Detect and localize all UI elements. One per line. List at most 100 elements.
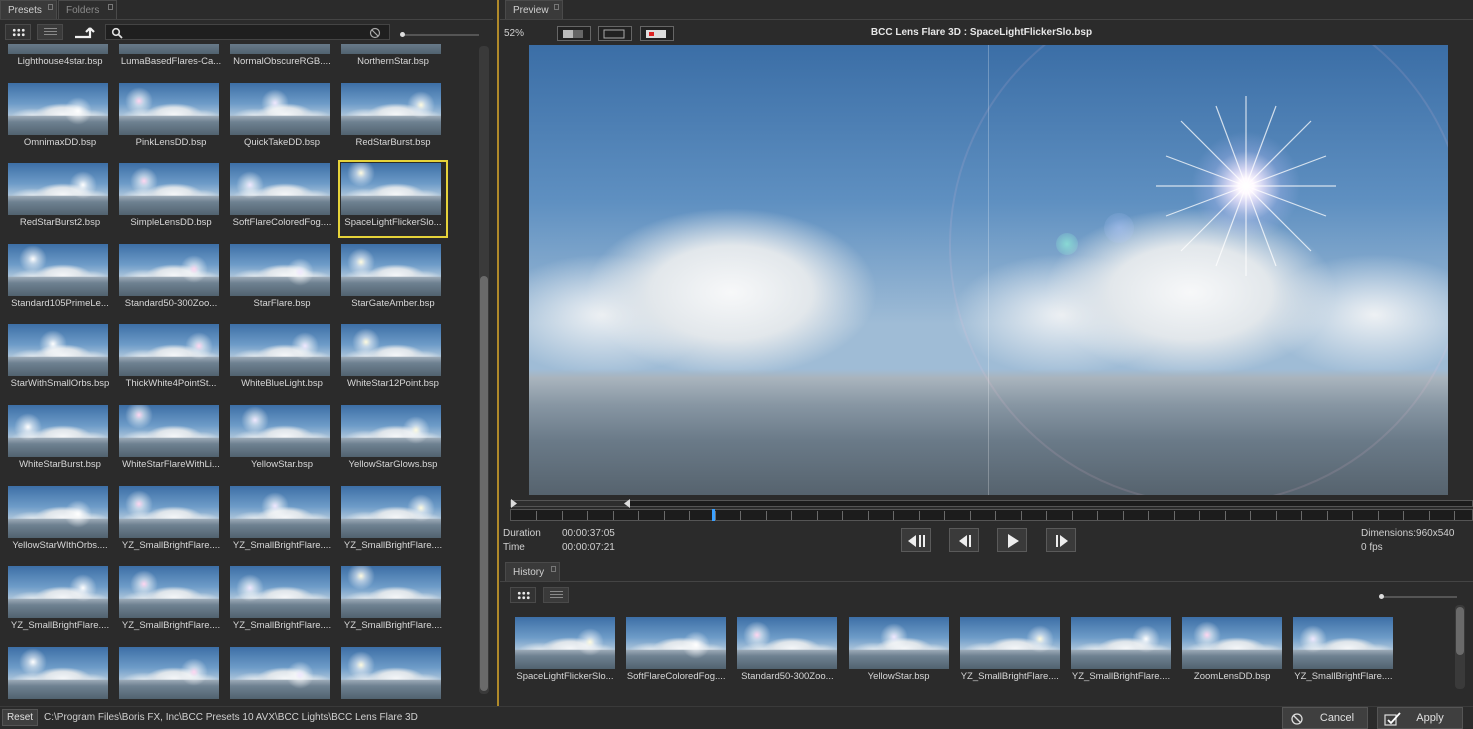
- preset-thumbnail[interactable]: StarWithSmallOrbs.bsp: [6, 322, 114, 398]
- history-item[interactable]: Standard50-300Zoo...: [735, 615, 839, 687]
- pin-icon[interactable]: [551, 566, 556, 572]
- history-strip: SpaceLightFlickerSlo... SoftFlareColoredF…: [500, 582, 1455, 707]
- flare-glow: [1025, 625, 1054, 653]
- flare-glow: [69, 171, 97, 200]
- history-label: SpaceLightFlickerSlo...: [516, 671, 614, 682]
- history-item[interactable]: SpaceLightFlickerSlo...: [513, 615, 617, 687]
- preset-preview-image: [119, 163, 219, 216]
- preset-thumbnail[interactable]: NorthernStar.bsp: [339, 44, 447, 76]
- cancel-button[interactable]: Cancel: [1282, 707, 1368, 729]
- preset-thumbnail[interactable]: PinkLensDD.bsp: [117, 81, 225, 157]
- preset-label: Standard105PrimeLe...: [11, 297, 109, 309]
- range-selection[interactable]: [511, 501, 629, 506]
- flare-glow: [185, 332, 213, 361]
- step-forward-button[interactable]: [1046, 528, 1076, 552]
- preset-thumbnail[interactable]: RedStarBurst2.bsp: [6, 161, 114, 237]
- history-scrollbar-thumb[interactable]: [1456, 607, 1464, 655]
- tab-history[interactable]: History: [505, 562, 560, 581]
- ruler-tick: [1326, 511, 1328, 520]
- preset-thumbnail[interactable]: YellowStarGlows.bsp: [339, 403, 447, 479]
- history-label: YellowStar.bsp: [867, 671, 930, 682]
- preset-thumbnail[interactable]: Lighthouse4star.bsp: [6, 44, 114, 76]
- history-item[interactable]: YZ_SmallBrightFlare....: [958, 615, 1062, 687]
- preset-thumbnail[interactable]: SimpleLensDD.bsp: [117, 161, 225, 237]
- preset-thumbnail[interactable]: YZ_SmallBrightFlare....: [228, 564, 336, 640]
- preset-thumbnail[interactable]: YellowStar.bsp: [228, 403, 336, 479]
- preset-thumbnail[interactable]: LumaBasedFlares-Ca...: [117, 44, 225, 76]
- parent-folder-button[interactable]: [70, 24, 96, 40]
- range-bar[interactable]: [510, 500, 1473, 507]
- preset-thumbnail[interactable]: YZ_SmallBrightFlare....: [339, 484, 447, 560]
- history-item[interactable]: ZoomLensDD.bsp: [1180, 615, 1284, 687]
- preset-thumbnail[interactable]: [117, 645, 225, 707]
- panel-divider[interactable]: [497, 0, 499, 706]
- preset-thumbnail[interactable]: YZ_SmallBrightFlare....: [228, 484, 336, 560]
- pin-icon[interactable]: [108, 4, 113, 10]
- preset-thumbnail[interactable]: Standard105PrimeLe...: [6, 242, 114, 318]
- preset-preview-image: [230, 243, 330, 296]
- play-button[interactable]: [997, 528, 1027, 552]
- preset-preview-image: [119, 646, 219, 699]
- preset-thumbnail[interactable]: YZ_SmallBrightFlare....: [6, 564, 114, 640]
- preset-preview-image: [230, 485, 330, 538]
- history-item[interactable]: YZ_SmallBrightFlare....: [1069, 615, 1173, 687]
- timeline-ruler[interactable]: [510, 509, 1473, 521]
- list-view-button[interactable]: [37, 24, 63, 40]
- tab-folders[interactable]: Folders: [58, 0, 117, 19]
- pin-icon[interactable]: [48, 4, 53, 10]
- range-out-marker[interactable]: [623, 499, 631, 508]
- clear-search-icon[interactable]: [369, 27, 381, 39]
- history-item[interactable]: YZ_SmallBrightFlare....: [1291, 615, 1395, 687]
- search-input[interactable]: [105, 24, 390, 40]
- preset-thumbnail[interactable]: SpaceLightFlickerSlo...: [338, 160, 448, 239]
- preset-thumbnail[interactable]: StarGateAmber.bsp: [339, 242, 447, 318]
- preview-panel: 52% BCC Lens Flare 3D : SpaceLightFlicke…: [500, 19, 1473, 557]
- preset-thumbnail[interactable]: [339, 645, 447, 707]
- preset-thumbnail[interactable]: YellowStarWIthOrbs....: [6, 484, 114, 560]
- preset-preview-image: [119, 44, 219, 54]
- history-item[interactable]: SoftFlareColoredFog....: [624, 615, 728, 687]
- preset-thumbnail[interactable]: [6, 645, 114, 707]
- preset-thumbnail[interactable]: WhiteStar12Point.bsp: [339, 322, 447, 398]
- preview-image[interactable]: [529, 45, 1448, 495]
- preset-label: StarGateAmber.bsp: [351, 297, 435, 309]
- presets-panel: Lighthouse4star.bsp LumaBasedFlares-Ca...…: [0, 19, 493, 706]
- preset-thumbnail[interactable]: WhiteStarBurst.bsp: [6, 403, 114, 479]
- preset-scrollbar[interactable]: [479, 46, 489, 694]
- history-scrollbar[interactable]: [1455, 605, 1465, 689]
- thumbnail-size-slider[interactable]: [402, 34, 479, 36]
- preset-thumbnail[interactable]: WhiteBlueLight.bsp: [228, 322, 336, 398]
- preset-thumbnail[interactable]: ThickWhite4PointSt...: [117, 322, 225, 398]
- apply-button[interactable]: Apply: [1377, 707, 1463, 729]
- ruler-tick: [689, 511, 690, 520]
- preset-preview-image: [341, 566, 441, 619]
- preset-preview-image: [341, 44, 441, 54]
- preset-thumbnail[interactable]: NormalObscureRGB....: [228, 44, 336, 76]
- preset-thumbnail[interactable]: QuickTakeDD.bsp: [228, 81, 336, 157]
- preset-thumbnail[interactable]: StarFlare.bsp: [228, 242, 336, 318]
- tab-presets[interactable]: Presets: [0, 0, 57, 19]
- preset-scrollbar-thumb[interactable]: [480, 276, 488, 691]
- flare-glow: [1193, 621, 1222, 649]
- preset-thumbnail[interactable]: RedStarBurst.bsp: [339, 81, 447, 157]
- tab-preview[interactable]: Preview: [505, 0, 563, 19]
- history-item[interactable]: YellowStar.bsp: [847, 615, 951, 687]
- pin-icon[interactable]: [554, 4, 559, 10]
- reset-button[interactable]: Reset: [2, 709, 38, 726]
- preset-preview-image: [341, 324, 441, 377]
- go-to-start-button[interactable]: [901, 528, 931, 552]
- preset-thumbnail[interactable]: YZ_SmallBrightFlare....: [117, 564, 225, 640]
- preset-thumbnail[interactable]: YZ_SmallBrightFlare....: [339, 564, 447, 640]
- preset-thumbnail[interactable]: WhiteStarFlareWithLi...: [117, 403, 225, 479]
- playhead[interactable]: [712, 509, 716, 521]
- range-in-marker[interactable]: [510, 499, 518, 508]
- preset-thumbnail[interactable]: Standard50-300Zoo...: [117, 242, 225, 318]
- preset-thumbnail[interactable]: YZ_SmallBrightFlare....: [117, 484, 225, 560]
- preset-thumbnail[interactable]: [228, 645, 336, 707]
- grid-view-button[interactable]: [5, 24, 31, 40]
- preset-label: SimpleLensDD.bsp: [130, 217, 212, 229]
- step-back-button[interactable]: [949, 528, 979, 552]
- thumbnail-size-slider-handle[interactable]: [400, 32, 405, 37]
- preset-thumbnail[interactable]: SoftFlareColoredFog....: [228, 161, 336, 237]
- preset-thumbnail[interactable]: OmnimaxDD.bsp: [6, 81, 114, 157]
